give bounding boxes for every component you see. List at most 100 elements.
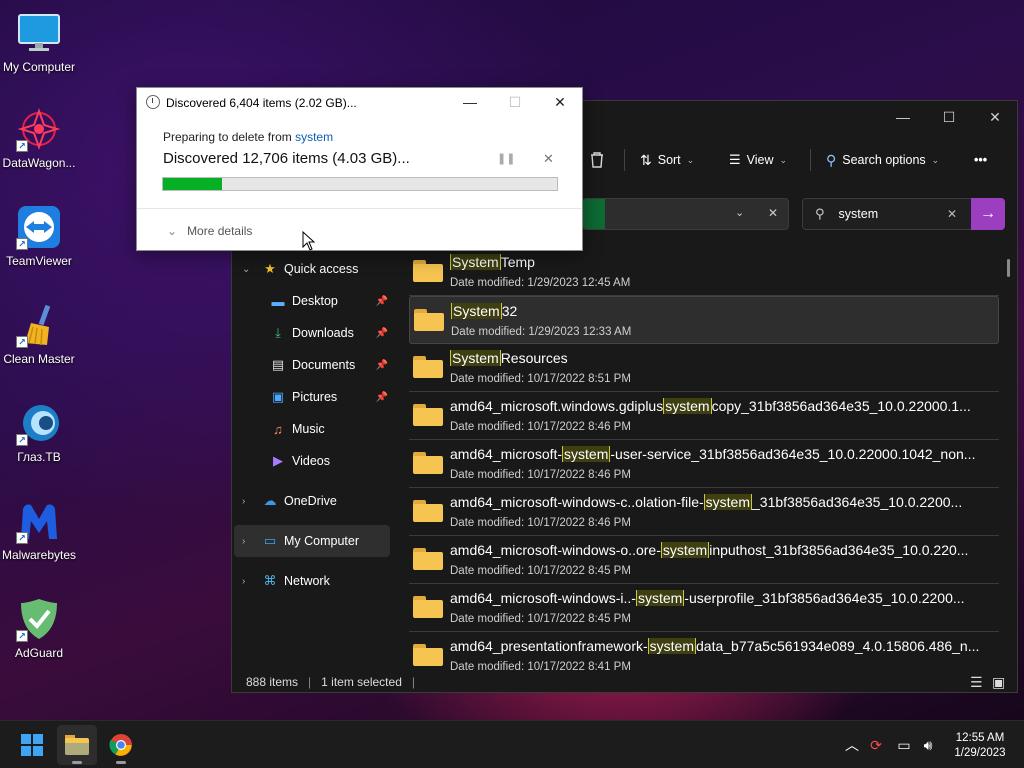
nav-onedrive[interactable]: › ☁ OneDrive — [232, 485, 392, 517]
progress-status: Discovered 12,706 items (4.03 GB)... — [163, 150, 410, 167]
chevron-down-icon: ⌄ — [931, 154, 940, 165]
file-date-modified: Date modified: 10/17/2022 8:51 PM — [450, 373, 631, 385]
chevron-down-icon[interactable]: ⌄ — [242, 264, 250, 275]
search-match-highlight: system — [703, 494, 752, 510]
taskbar-file-explorer[interactable] — [57, 725, 97, 765]
file-date-modified: Date modified: 10/17/2022 8:46 PM — [450, 517, 631, 529]
desktop-icon-clean-master[interactable]: ↗ Clean Master — [0, 302, 78, 366]
show-hidden-icons-button[interactable]: ︿ — [840, 733, 864, 757]
pause-button[interactable]: ❚❚ — [497, 152, 515, 165]
close-button[interactable]: ✕ — [972, 101, 1018, 133]
chevron-down-icon: ⌄ — [167, 224, 178, 238]
maximize-button[interactable]: ☐ — [926, 101, 972, 133]
dialog-close-button[interactable]: ✕ — [537, 88, 583, 116]
nav-item-desktop[interactable]: ▬ Desktop 📌 — [232, 285, 392, 317]
maximize-icon: ☐ — [942, 108, 956, 125]
desktop-icon: ▬ — [271, 293, 285, 309]
nav-item-downloads[interactable]: ⤓ Downloads 📌 — [232, 317, 392, 349]
windows-logo-icon — [21, 734, 43, 756]
search-icon: ⚲ — [815, 206, 825, 221]
file-name: amd64_microsoft.windows.gdiplus system cop… — [450, 398, 971, 414]
file-row[interactable]: amd64_microsoft-windows-c..olation-file-… — [409, 488, 999, 536]
sync-status-icon[interactable]: ⟳ — [864, 733, 888, 757]
system-clock[interactable]: 12:55 AM 1/29/2023 — [944, 731, 1016, 761]
nav-network[interactable]: › ⌘ Network — [232, 565, 392, 597]
shortcut-arrow-icon: ↗ — [16, 140, 28, 152]
chevron-down-icon: ⌄ — [779, 154, 788, 165]
source-folder-link[interactable]: system — [295, 130, 333, 144]
details-view-icon[interactable]: ☰ — [970, 674, 983, 691]
nav-my-computer[interactable]: › ▭ My Computer — [234, 525, 390, 557]
address-bar[interactable]: ⌄ ✕ — [582, 198, 789, 230]
desktop-icon-datawagon[interactable]: ↗ DataWagon... — [0, 106, 78, 170]
desktop-icon-my-computer[interactable]: My Computer — [0, 10, 78, 74]
more-options-button[interactable]: ••• — [974, 139, 987, 181]
mouse-cursor-icon — [302, 231, 316, 251]
cancel-button[interactable]: ✕ — [543, 151, 554, 167]
nav-item-documents[interactable]: ▤ Documents 📌 — [232, 349, 392, 381]
file-row[interactable]: System 32 Date modified: 1/29/2023 12:33 A… — [409, 296, 999, 344]
search-options-button[interactable]: ⚲ Search options ⌄ — [826, 139, 939, 181]
download-icon: ⤓ — [275, 325, 281, 340]
scrollbar-thumb[interactable] — [1007, 259, 1010, 277]
monitor-icon: ▭ — [263, 533, 277, 548]
clock-date: 1/29/2023 — [954, 747, 1006, 759]
nav-item-pictures[interactable]: ▣ Pictures 📌 — [232, 381, 392, 413]
file-row[interactable]: System Temp Date modified: 1/29/2023 12:45… — [409, 248, 999, 296]
chevron-right-icon[interactable]: › — [242, 536, 245, 547]
chevron-down-icon[interactable]: ⌄ — [735, 206, 744, 219]
arrow-right-icon: → — [980, 205, 996, 222]
more-details-toggle[interactable]: ⌄ More details — [167, 224, 252, 238]
file-name: System Resources — [450, 350, 568, 366]
start-button[interactable] — [12, 725, 52, 765]
desktop-icon-malwarebytes[interactable]: ↗ Malwarebytes — [0, 498, 78, 562]
search-submit-button[interactable]: → — [971, 198, 1005, 230]
chevron-right-icon[interactable]: › — [242, 576, 245, 587]
chevron-right-icon[interactable]: › — [242, 496, 245, 507]
delete-button[interactable] — [589, 139, 605, 181]
preparing-text: Preparing to delete from system — [163, 130, 334, 144]
taskbar: ︿ ⟳ ▭ 🔊︎ 12:55 AM 1/29/2023 — [0, 720, 1024, 768]
file-name: amd64_presentationframework-system data_b… — [450, 638, 980, 654]
pin-icon[interactable]: 📌 — [376, 360, 388, 371]
search-match-highlight: system — [562, 446, 611, 462]
folder-icon — [413, 404, 443, 426]
file-row[interactable]: amd64_microsoft.windows.gdiplus system cop… — [409, 392, 999, 440]
nav-item-music[interactable]: ♫ Music — [232, 413, 392, 445]
clear-address-icon[interactable]: ✕ — [768, 206, 778, 220]
file-date-modified: Date modified: 1/29/2023 12:33 AM — [451, 326, 632, 338]
picture-icon: ▣ — [271, 389, 285, 404]
close-icon: ✕ — [554, 93, 566, 110]
sort-button[interactable]: ⇅ Sort ⌄ — [640, 139, 694, 181]
pin-icon[interactable]: 📌 — [376, 392, 388, 403]
chevron-down-icon: ⌄ — [686, 154, 695, 165]
view-button[interactable]: ☰ View ⌄ — [729, 139, 787, 181]
desktop-icon-glaz-tv[interactable]: ↗ Глаз.ТВ — [0, 400, 78, 464]
minimize-button[interactable]: — — [880, 101, 926, 133]
taskbar-chrome[interactable] — [101, 725, 141, 765]
nav-quick-access[interactable]: ⌄ ★ Quick access — [232, 253, 392, 285]
network-icon: ⌘ — [263, 573, 277, 588]
file-name: amd64_microsoft-windows-o..ore-system inp… — [450, 542, 969, 558]
progress-bar — [162, 177, 558, 191]
file-row[interactable]: System Resources Date modified: 10/17/2022… — [409, 344, 999, 392]
tiles-view-icon[interactable]: ▣ — [992, 674, 1005, 691]
file-row[interactable]: amd64_microsoft-system -user-service_31bf… — [409, 440, 999, 488]
volume-icon[interactable]: 🔊︎ — [916, 733, 940, 757]
progress-fill — [163, 178, 223, 190]
adguard-icon: ↗ — [16, 596, 62, 642]
dialog-minimize-button[interactable]: — — [447, 88, 493, 116]
file-row[interactable]: amd64_microsoft-windows-o..ore-system inp… — [409, 536, 999, 584]
file-name: amd64_microsoft-system -user-service_31bf… — [450, 446, 976, 462]
nav-item-videos[interactable]: ▶ Videos — [232, 445, 392, 477]
clear-search-icon[interactable]: ✕ — [947, 207, 957, 221]
search-match-highlight: system — [660, 542, 710, 558]
search-input[interactable]: ⚲ system ✕ — [802, 198, 972, 230]
desktop-icon-adguard[interactable]: ↗ AdGuard — [0, 596, 78, 660]
file-row[interactable]: amd64_microsoft-windows-i..- system -userp… — [409, 584, 999, 632]
file-name: amd64_microsoft-windows-i..- system -userp… — [450, 590, 965, 606]
desktop-icon-teamviewer[interactable]: ↗ TeamViewer — [0, 204, 78, 268]
pin-icon[interactable]: 📌 — [376, 296, 388, 307]
network-tray-icon[interactable]: ▭ — [892, 733, 916, 757]
pin-icon[interactable]: 📌 — [376, 328, 388, 339]
